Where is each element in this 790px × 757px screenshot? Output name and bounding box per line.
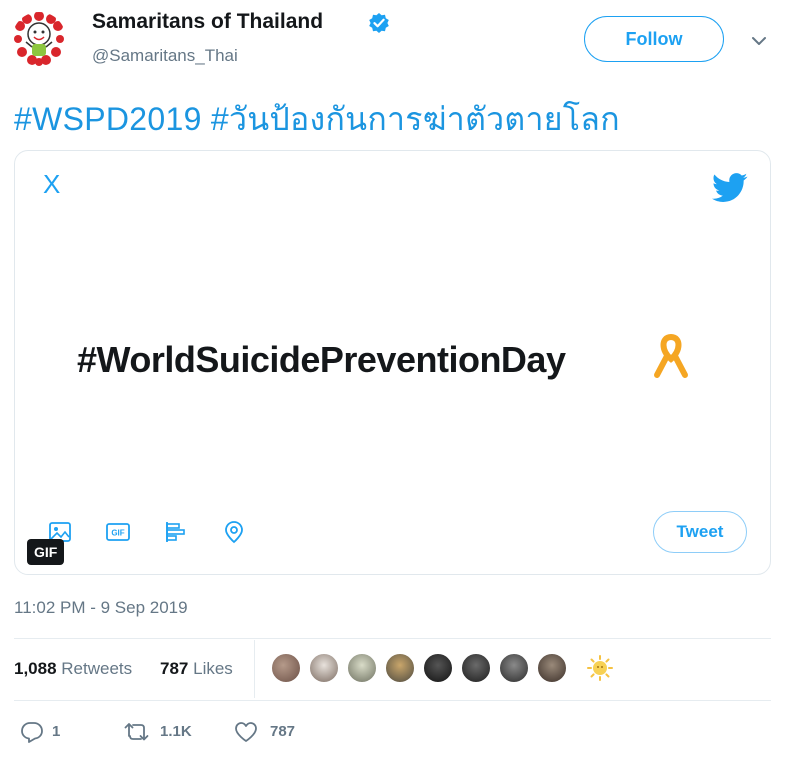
retweets-label: Retweets [61,659,133,678]
gif-hashtag-text: #WorldSuicidePreventionDay [77,339,566,380]
avatar[interactable] [12,12,66,66]
retweet-icon[interactable] [124,721,149,743]
display-name[interactable]: Samaritans of Thailand [92,10,323,34]
account-handle[interactable]: @Samaritans_Thai [92,46,238,66]
divider [14,700,771,701]
gif-icon[interactable]: GIF [105,519,131,545]
reply-count: 1 [52,723,61,740]
awareness-ribbon-icon [651,333,691,381]
follow-button[interactable]: Follow [584,16,724,62]
liker-avatar[interactable] [384,652,416,684]
tweet-text[interactable]: #WSPD2019 #วันป้องกันการฆ่าตัวตายโลก [14,94,620,145]
stats-divider [254,640,255,698]
liker-avatar[interactable] [498,652,530,684]
liker-avatar[interactable] [270,652,302,684]
svg-text:GIF: GIF [111,529,124,538]
likes-label: Likes [193,659,233,678]
chevron-down-icon[interactable] [748,30,770,52]
close-icon: X [43,169,61,199]
like-count: 787 [270,723,296,740]
sun-avatar-icon[interactable] [586,654,614,682]
tweet-button[interactable]: Tweet [653,511,747,553]
retweets-count: 1,088 [14,659,57,678]
gif-badge: GIF [27,539,65,565]
verified-badge-icon [368,12,390,34]
likes-stat[interactable]: 787 Likes [160,659,233,679]
retweet-count: 1.1K [160,723,192,740]
reply-icon[interactable] [20,721,44,743]
location-icon[interactable] [221,519,247,545]
gif-card[interactable]: X #WorldSuicidePreventionDay GIF GIF Twe… [14,150,771,575]
liker-avatar[interactable] [460,652,492,684]
divider [14,638,771,639]
liker-avatar[interactable] [422,652,454,684]
retweets-stat[interactable]: 1,088 Retweets [14,659,132,679]
liker-avatar[interactable] [536,652,568,684]
liker-avatar[interactable] [346,652,378,684]
tweet-timestamp[interactable]: 11:02 PM - 9 Sep 2019 [14,598,188,618]
twitter-bird-icon [712,173,748,203]
heart-icon[interactable] [234,721,258,743]
liker-avatar[interactable] [308,652,340,684]
likes-count: 787 [160,659,189,678]
poll-icon[interactable] [163,519,189,545]
samaritans-logo-icon [14,12,64,66]
